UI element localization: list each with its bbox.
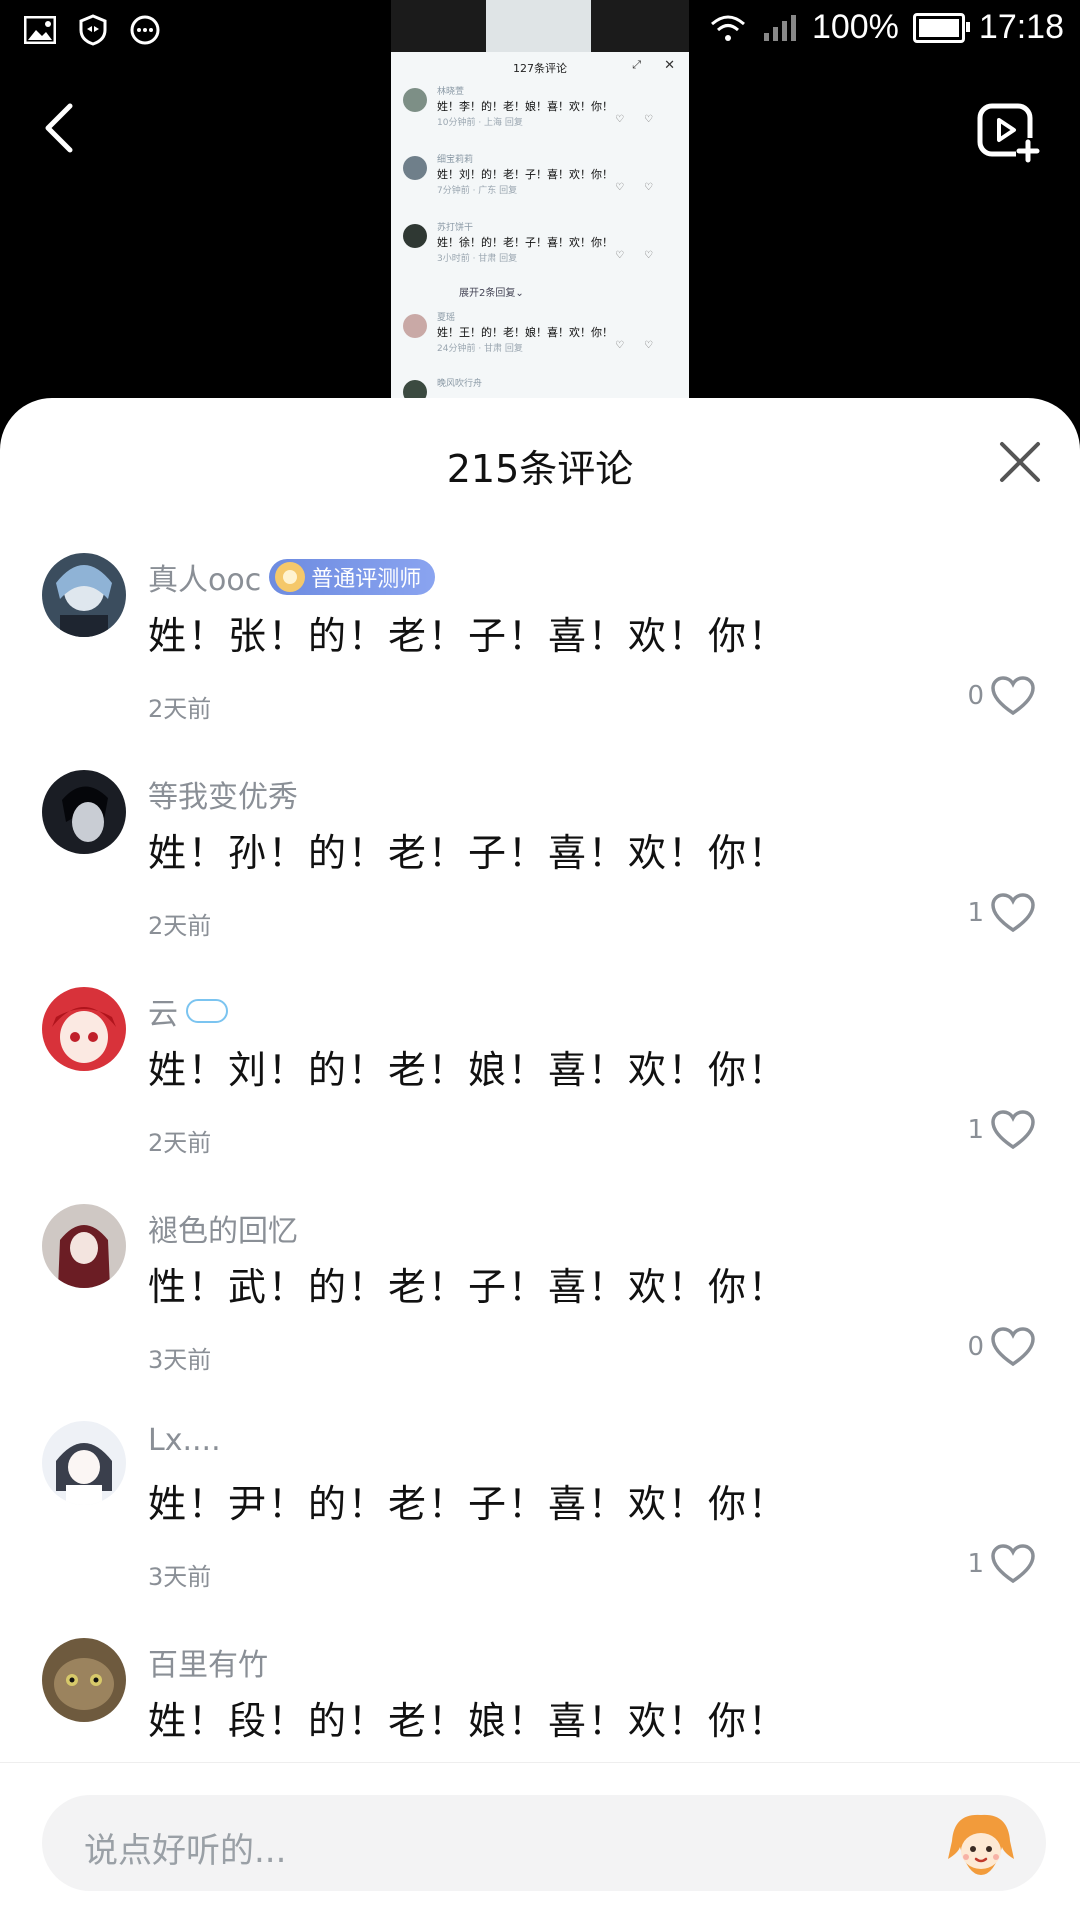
comment-text: 性！武！的！老！子！喜！欢！你！ xyxy=(148,1265,789,1309)
battery-icon xyxy=(912,12,970,43)
comment-input[interactable]: 说点好听的... xyxy=(42,1795,1046,1891)
like-button[interactable]: 1 xyxy=(967,1109,1036,1151)
preview-comment: 苏打饼干 姓！徐！的！老！子！喜！欢！你！ 3小时前 · 甘肃 回复 ♡♡ xyxy=(403,220,683,280)
more-icon xyxy=(130,15,160,45)
input-placeholder: 说点好听的... xyxy=(84,1831,287,1871)
username[interactable]: 等我变优秀 xyxy=(148,772,298,816)
heart-icon xyxy=(991,893,1035,933)
comment-time: 3天前 xyxy=(148,1346,212,1374)
heart-icon xyxy=(991,676,1035,716)
top-nav xyxy=(0,64,1080,184)
sheet-title: 215条评论 xyxy=(446,447,634,491)
like-button[interactable]: 0 xyxy=(967,675,1036,717)
battery-percent: 100% xyxy=(811,8,899,46)
gallery-icon xyxy=(24,16,56,44)
like-count: 1 xyxy=(967,898,984,928)
like-count: 0 xyxy=(967,1332,984,1362)
emoji-icon[interactable] xyxy=(944,1807,1018,1881)
avatar[interactable] xyxy=(42,770,126,854)
avatar xyxy=(403,224,427,248)
video-preview[interactable]: 127条评论 ⤢ ✕ 林晓萱 姓！李！的！老！娘！喜！欢！你！ 10分钟前 · … xyxy=(391,0,689,398)
username[interactable]: 真人ooc 普通评测师 xyxy=(148,555,436,599)
clock: 17:18 xyxy=(978,8,1064,46)
video-add-icon[interactable] xyxy=(976,100,1040,164)
avatar[interactable] xyxy=(42,553,126,637)
comment-item: 真人ooc 普通评测师 姓！张！的！老！子！喜！欢！你！ 2天前 0 xyxy=(0,553,1080,770)
like-button[interactable]: 1 xyxy=(967,1543,1036,1585)
back-icon[interactable] xyxy=(38,100,82,156)
comment-time: 2天前 xyxy=(148,912,212,940)
comment-item: Lx.... 姓！尹！的！老！子！喜！欢！你！ 3天前 1 xyxy=(0,1421,1080,1638)
avatar[interactable] xyxy=(42,1421,126,1505)
like-button[interactable]: 1 xyxy=(967,892,1036,934)
comment-text: 姓！段！的！老！娘！喜！欢！你！ xyxy=(148,1699,789,1743)
comment-time: 2天前 xyxy=(148,1129,212,1157)
comment-time: 2天前 xyxy=(148,695,212,723)
comment-text: 姓！刘！的！老！娘！喜！欢！你！ xyxy=(148,1048,789,1092)
like-count: 0 xyxy=(967,681,984,711)
like-count: 1 xyxy=(967,1549,984,1579)
cloud-icon xyxy=(186,999,228,1023)
preview-expand-replies: 展开2条回复⌄ xyxy=(459,288,524,299)
username[interactable]: 云 xyxy=(148,989,228,1033)
comment-sheet: 215条评论 真人ooc 普通评测师 姓！张！的！老！子！喜！欢！你！ 2天前 … xyxy=(0,398,1080,1920)
preview-comment: 晚风吹行舟 xyxy=(403,376,683,398)
like-button[interactable]: 0 xyxy=(967,1326,1036,1368)
avatar[interactable] xyxy=(42,1204,126,1288)
close-icon[interactable] xyxy=(998,440,1042,484)
comment-input-bar: 说点好听的... xyxy=(0,1762,1080,1921)
reviewer-badge: 普通评测师 xyxy=(269,559,436,595)
preview-like-icons: ♡♡ xyxy=(615,250,673,261)
avatar[interactable] xyxy=(42,987,126,1071)
signal-icon xyxy=(763,14,796,41)
comment-text: 姓！尹！的！老！子！喜！欢！你！ xyxy=(148,1482,789,1526)
shield-icon xyxy=(79,14,107,46)
badge-icon xyxy=(275,562,306,592)
avatar xyxy=(403,314,427,338)
comment-text: 姓！孙！的！老！子！喜！欢！你！ xyxy=(148,831,789,875)
like-count: 1 xyxy=(967,1115,984,1145)
heart-icon xyxy=(991,1327,1035,1367)
avatar xyxy=(403,380,427,398)
comment-time: 3天前 xyxy=(148,1563,212,1591)
wifi-icon xyxy=(710,15,745,41)
preview-comment: 夏瑶 姓！王！的！老！娘！喜！欢！你！ 24分钟前 · 甘肃 回复 ♡♡ xyxy=(403,310,683,370)
heart-icon xyxy=(991,1544,1035,1584)
heart-icon xyxy=(991,1110,1035,1150)
username[interactable]: 褪色的回忆 xyxy=(148,1206,298,1250)
comment-text: 姓！张！的！老！子！喜！欢！你！ xyxy=(148,614,789,658)
comment-item: 等我变优秀 姓！孙！的！老！子！喜！欢！你！ 2天前 1 xyxy=(0,770,1080,987)
avatar[interactable] xyxy=(42,1638,126,1722)
username[interactable]: 百里有竹 xyxy=(148,1640,268,1684)
comment-item: 云 姓！刘！的！老！娘！喜！欢！你！ 2天前 1 xyxy=(0,987,1080,1204)
preview-like-icons: ♡♡ xyxy=(615,340,673,351)
comment-item: 褪色的回忆 性！武！的！老！子！喜！欢！你！ 3天前 0 xyxy=(0,1204,1080,1421)
username[interactable]: Lx.... xyxy=(148,1423,221,1458)
